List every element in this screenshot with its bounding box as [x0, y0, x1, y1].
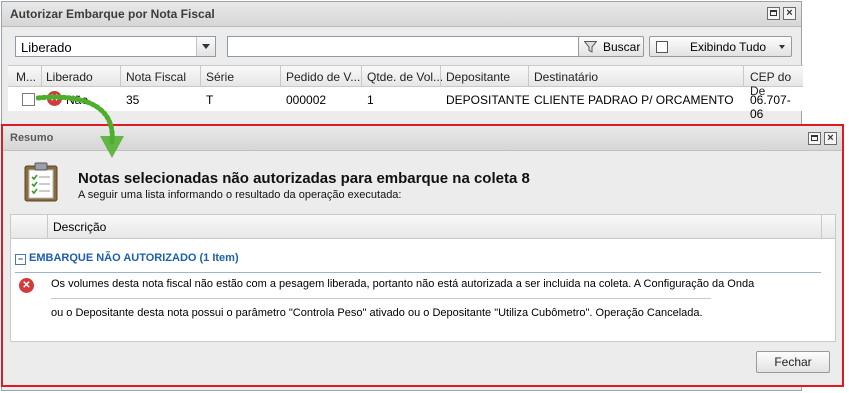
close-icon[interactable]: ×: [824, 132, 837, 145]
display-mode-label: Exibindo Tudo: [690, 40, 767, 54]
result-grid: Descrição − EMBARQUE NÃO AUTORIZADO (1 I…: [10, 214, 836, 342]
cell-cep: 06.707-06: [750, 93, 791, 121]
display-mode-button[interactable]: Exibindo Tudo: [649, 36, 792, 57]
cell-qtde-vol: 1: [367, 93, 374, 107]
dropdown-arrow-icon: [779, 45, 785, 49]
window-titlebar: Autorizar Embarque por Nota Fiscal ×: [2, 2, 801, 27]
col-header-pedido[interactable]: Pedido de V...: [286, 70, 360, 84]
col-header-serie[interactable]: Série: [206, 70, 234, 84]
col-header-destinatario[interactable]: Destinatário: [534, 70, 598, 84]
cell-destinatario: CLIENTE PADRAO P/ ORCAMENTO: [534, 93, 734, 107]
cell-nota-fiscal: 35: [126, 93, 140, 107]
col-header-qtde-vol[interactable]: Qtde. de Vol...: [367, 70, 443, 84]
table-row[interactable]: ✕ Não 35 T 000002 1 DEPOSITANTE CLIENTE …: [8, 87, 803, 121]
cell-pedido: 000002: [286, 93, 327, 107]
dialog-titlebar: Resumo ×: [3, 126, 842, 151]
cell-depositante: DEPOSITANTE: [446, 93, 530, 107]
search-input[interactable]: [227, 36, 583, 57]
search-button[interactable]: Buscar: [578, 36, 644, 57]
col-header-descricao[interactable]: Descrição: [53, 220, 106, 234]
message-line-1: Os volumes desta nota fiscal não estão c…: [51, 278, 755, 290]
col-header-mark[interactable]: M...: [16, 70, 36, 84]
group-label: EMBARQUE NÃO AUTORIZADO (1 Item): [29, 252, 239, 264]
clipboard-checklist-icon: [24, 162, 58, 202]
invoice-grid: M... Liberado Nota Fiscal Série Pedido d…: [8, 65, 803, 121]
cell-serie: T: [206, 93, 214, 107]
maximize-icon[interactable]: [767, 7, 780, 20]
list-view-icon: [656, 41, 668, 53]
funnel-icon: [584, 41, 597, 53]
group-header[interactable]: − EMBARQUE NÃO AUTORIZADO (1 Item): [15, 251, 821, 273]
message-line-2: ou o Depositante desta nota possui o par…: [51, 307, 703, 319]
green-dotted-arrow-icon: [36, 94, 124, 158]
grid-header: M... Liberado Nota Fiscal Série Pedido d…: [8, 65, 803, 98]
col-header-nota-fiscal[interactable]: Nota Fiscal: [126, 70, 186, 84]
status-filter-value: Liberado: [21, 40, 72, 55]
x-circle-icon: ✕: [19, 278, 34, 293]
result-grid-header: Descrição: [11, 215, 835, 239]
row-checkbox[interactable]: [22, 93, 35, 106]
row-divider: [51, 298, 711, 299]
search-button-label: Buscar: [603, 40, 641, 54]
status-filter-select[interactable]: Liberado: [15, 36, 216, 57]
close-button[interactable]: Fechar: [756, 351, 830, 373]
col-header-liberado[interactable]: Liberado: [46, 70, 93, 84]
window-title: Autorizar Embarque por Nota Fiscal: [10, 7, 215, 21]
summary-dialog: Resumo × Notas selecionadas não autoriza…: [1, 124, 844, 387]
dialog-subheading: A seguir uma lista informando o resultad…: [78, 189, 402, 201]
col-header-depositante[interactable]: Depositante: [446, 70, 510, 84]
dialog-header: Notas selecionadas não autorizadas para …: [3, 150, 842, 208]
filter-toolbar: Liberado Buscar Exibindo Tudo: [15, 36, 801, 60]
collapse-icon[interactable]: −: [15, 254, 26, 265]
chevron-down-icon[interactable]: [196, 37, 215, 56]
maximize-icon[interactable]: [808, 132, 821, 145]
dialog-heading: Notas selecionadas não autorizadas para …: [78, 170, 530, 187]
close-icon[interactable]: ×: [783, 7, 796, 20]
